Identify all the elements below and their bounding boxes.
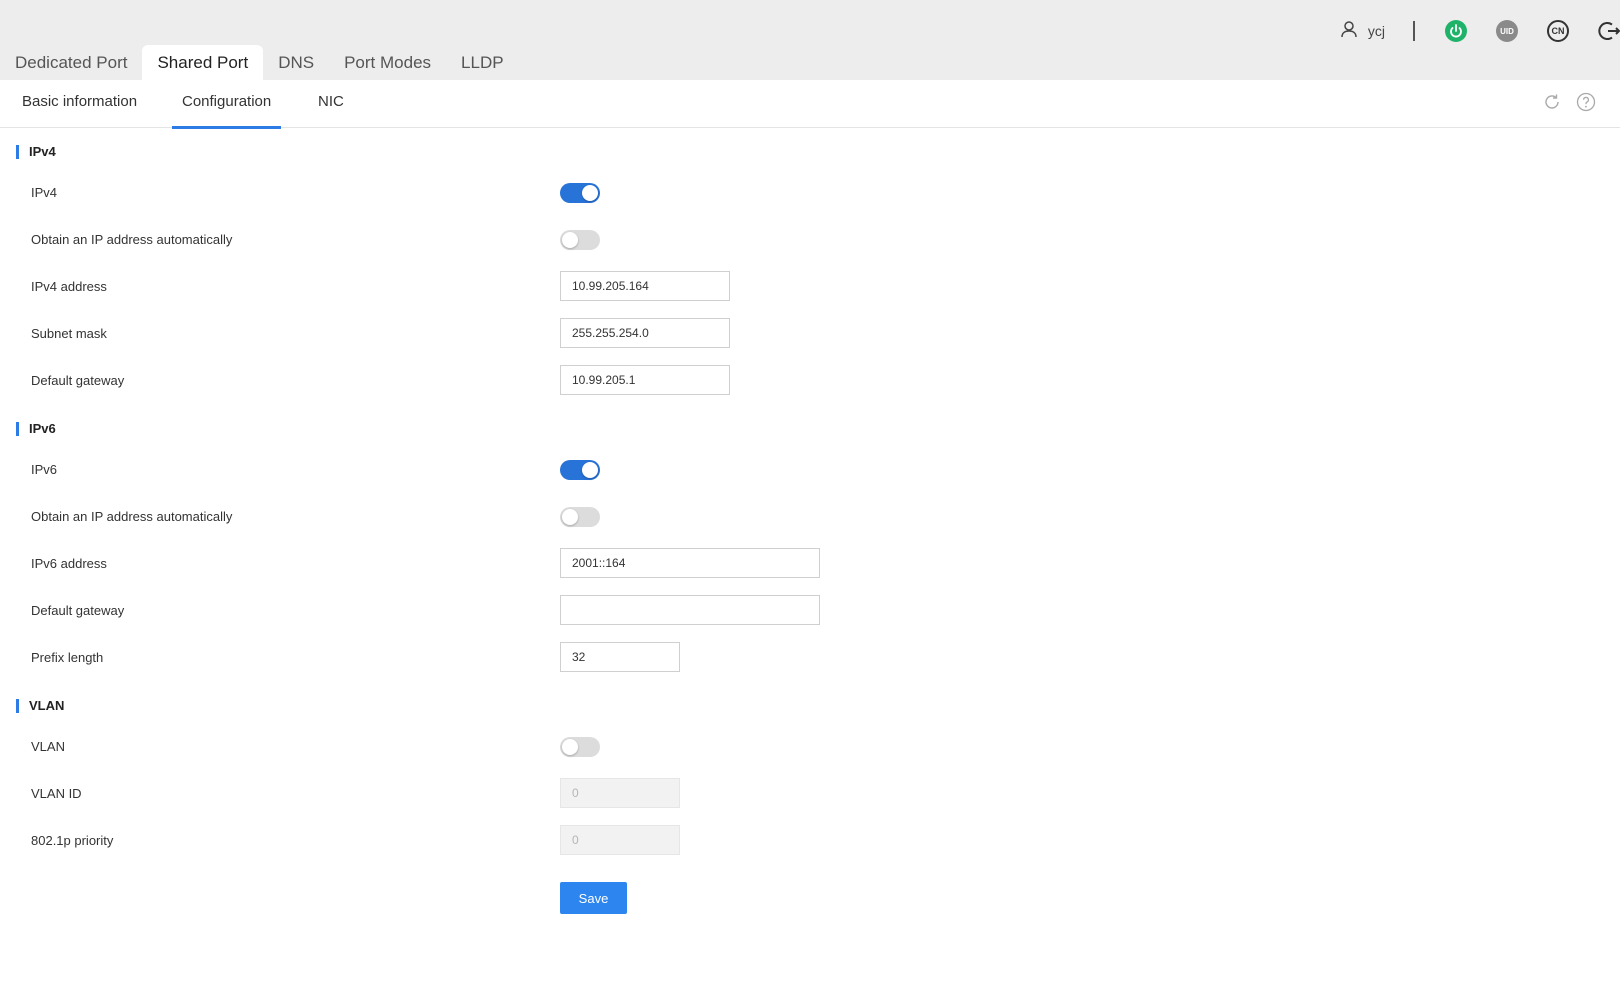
tab-lldp[interactable]: LLDP (446, 45, 519, 80)
language-cn-icon[interactable]: CN (1547, 20, 1569, 42)
user-menu[interactable]: ycj (1340, 20, 1385, 43)
prefix-length-label: Prefix length (31, 650, 104, 665)
ipv6-enable-label: IPv6 (31, 462, 58, 477)
ipv4-address-label: IPv4 address (31, 279, 107, 294)
section-title-ipv6: IPv6 (16, 422, 56, 436)
ipv4-enable-toggle[interactable] (560, 183, 600, 203)
ipv6-enable-toggle[interactable] (560, 460, 600, 480)
tab-dedicated-port[interactable]: Dedicated Port (0, 45, 142, 80)
ipv4-gateway-input[interactable] (560, 365, 730, 395)
ipv4-auto-label: Obtain an IP address automatically (31, 232, 233, 247)
vlan-enable-label: VLAN (31, 739, 65, 754)
tab-configuration[interactable]: Configuration (171, 80, 282, 129)
sub-tab-bar: Basic information Configuration NIC (0, 80, 1620, 129)
power-icon[interactable] (1445, 20, 1467, 42)
ipv4-gateway-label: Default gateway (31, 373, 125, 388)
tab-basic-information[interactable]: Basic information (22, 80, 137, 128)
header-divider (1413, 21, 1415, 41)
ipv4-address-input[interactable] (560, 271, 730, 301)
priority-label: 802.1p priority (31, 833, 114, 848)
tab-dns[interactable]: DNS (263, 45, 329, 80)
header-actions: ycj UID CN (1340, 16, 1620, 46)
vlan-id-input (560, 778, 680, 808)
vlan-enable-toggle[interactable] (560, 737, 600, 757)
ipv4-enable-label: IPv4 (31, 185, 58, 200)
vlan-id-label: VLAN ID (31, 786, 82, 801)
user-name: ycj (1367, 23, 1385, 39)
ipv6-gateway-label: Default gateway (31, 603, 125, 618)
tab-nic[interactable]: NIC (318, 80, 344, 128)
priority-input (560, 825, 680, 855)
top-bar: Dedicated Port Shared Port DNS Port Mode… (0, 0, 1620, 80)
refresh-icon[interactable] (1542, 92, 1562, 117)
tab-shared-port[interactable]: Shared Port (142, 45, 264, 80)
help-icon[interactable] (1576, 92, 1596, 117)
subnet-mask-label: Subnet mask (31, 326, 107, 341)
ipv6-auto-toggle[interactable] (560, 507, 600, 527)
ipv6-auto-label: Obtain an IP address automatically (31, 509, 233, 524)
ipv4-auto-toggle[interactable] (560, 230, 600, 250)
section-title-vlan: VLAN (16, 699, 64, 713)
uid-icon[interactable]: UID (1496, 20, 1518, 42)
sub-tab-actions (1542, 92, 1596, 117)
logout-icon[interactable] (1598, 20, 1620, 42)
ipv6-address-label: IPv6 address (31, 556, 107, 571)
tab-port-modes[interactable]: Port Modes (329, 45, 446, 80)
top-tab-bar: Dedicated Port Shared Port DNS Port Mode… (0, 45, 519, 80)
ipv6-address-input[interactable] (560, 548, 820, 578)
ipv6-gateway-input[interactable] (560, 595, 820, 625)
section-title-ipv4: IPv4 (16, 145, 56, 159)
save-button[interactable]: Save (560, 882, 627, 914)
user-icon (1340, 20, 1358, 43)
prefix-length-input[interactable] (560, 642, 680, 672)
subnet-mask-input[interactable] (560, 318, 730, 348)
